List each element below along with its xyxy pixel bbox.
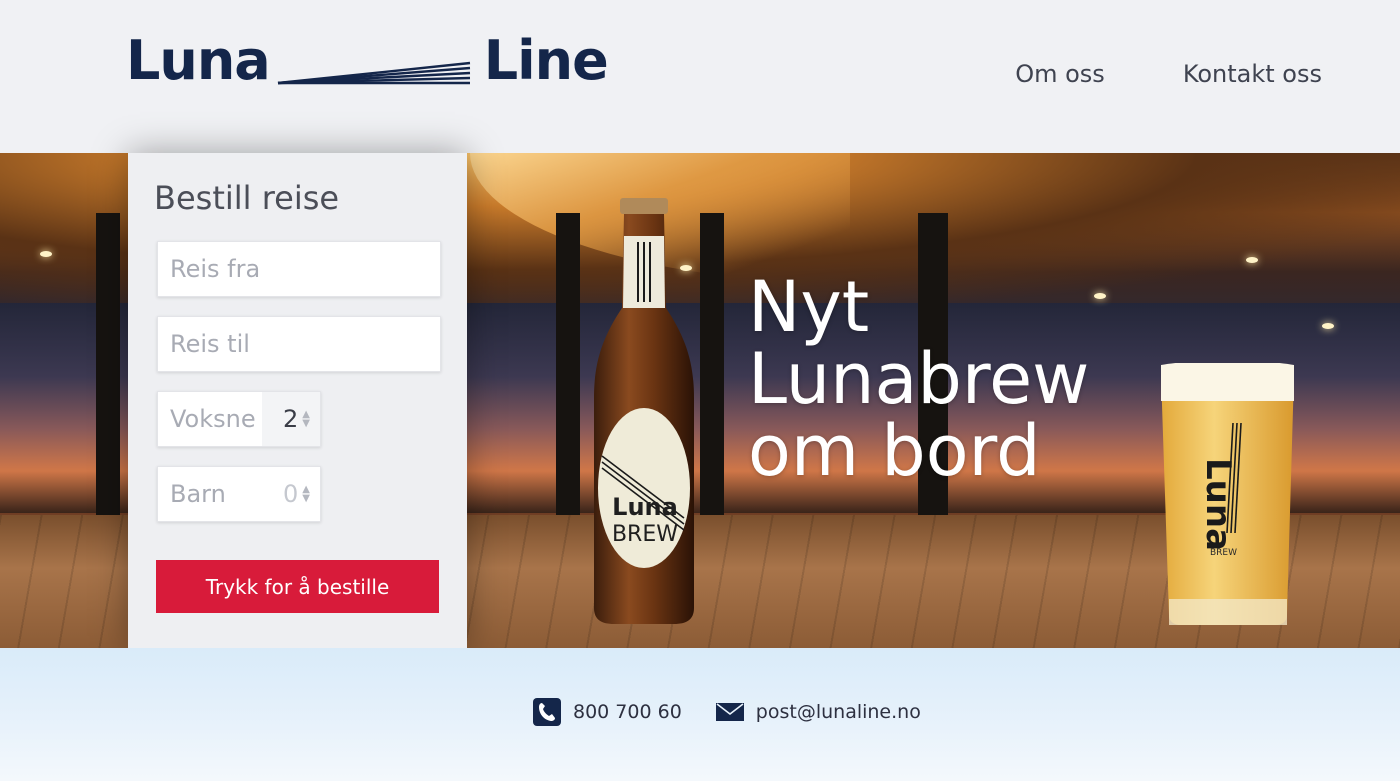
adults-value: 2 [283,405,299,433]
glass-label-text: Luna [1198,458,1238,552]
hero-headline-line2: Lunabrew [748,338,1090,420]
nav-link-om-oss[interactable]: Om oss [1015,60,1105,88]
children-stepper[interactable]: Barn 0 ▲ ▼ [157,466,321,522]
bottle-label-luna: Luna [612,493,678,521]
window-pillar [700,213,724,543]
children-value: 0 [283,480,299,508]
ceiling-light [1322,323,1334,329]
to-input[interactable] [158,317,440,371]
main-nav: Om oss Kontakt oss [1015,60,1322,88]
adults-value-box[interactable]: 2 ▲ ▼ [261,392,320,446]
window-pillar [556,213,580,543]
to-field [157,316,441,372]
phone-icon [533,698,561,726]
site-header: Luna Line Om oss Kontakt oss [0,0,1400,153]
logo-text-luna: Luna [126,29,271,92]
email-address: post@lunaline.no [755,701,921,723]
window-pillar [96,213,120,543]
logo-lines-graphic [277,61,470,85]
site-footer: 800 700 60 post@lunaline.no [0,648,1400,781]
bottle-label-text: Luna BREW [600,493,690,549]
book-button[interactable]: Trykk for å bestille [156,560,439,613]
bottle-label-brew: BREW [611,522,679,547]
phone-number: 800 700 60 [573,701,682,723]
stepper-arrows-icon[interactable]: ▲ ▼ [302,485,310,504]
logo-text-line: Line [483,29,609,92]
contact-info: 800 700 60 post@lunaline.no [533,698,921,726]
hero-headline: Nyt Lunabrew om bord [748,271,1168,487]
from-field [157,241,441,297]
beer-bottle-image [594,198,694,624]
stepper-arrows-icon[interactable]: ▲ ▼ [302,410,310,429]
email-contact[interactable]: post@lunaline.no [715,701,921,723]
envelope-icon [715,703,744,721]
children-label: Barn [170,480,226,508]
phone-contact[interactable]: 800 700 60 [533,698,682,726]
nav-link-kontakt-oss[interactable]: Kontakt oss [1183,60,1322,88]
glass-label-sub: BREW [1210,548,1238,558]
adults-label: Voksne [170,405,256,433]
hero-headline-line1: Nyt [748,266,870,348]
adults-stepper[interactable]: Voksne 2 ▲ ▼ [157,391,321,447]
hero-headline-line3: om bord [748,410,1041,492]
ceiling-light [40,251,52,257]
ceiling-light [1246,257,1258,263]
from-input[interactable] [158,242,440,296]
booking-form: Bestill reise Voksne 2 ▲▼ Barn 0 ▲▼ Tryk… [128,153,467,648]
booking-title: Bestill reise [154,179,340,217]
children-value-box[interactable]: 0 ▲ ▼ [261,467,320,521]
lunaline-logo[interactable]: Luna Line [126,29,609,92]
